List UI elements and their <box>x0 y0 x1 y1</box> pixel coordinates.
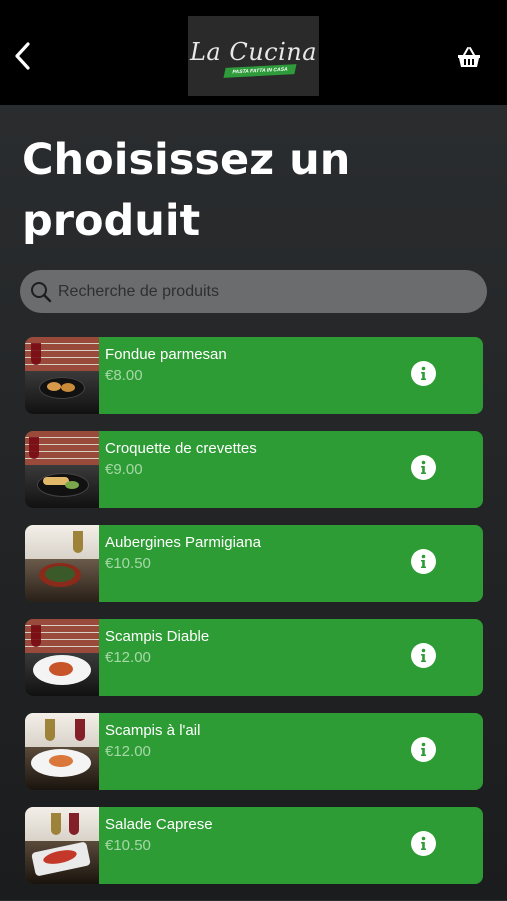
info-icon <box>421 366 426 380</box>
product-card[interactable]: Scampis Diable €12.00 <box>25 619 483 696</box>
info-button[interactable] <box>411 549 436 574</box>
top-bar: La Cucina PASTA FATTA IN CASA <box>0 0 507 105</box>
info-button[interactable] <box>411 455 436 480</box>
info-icon <box>421 460 426 474</box>
product-name: Scampis Diable <box>105 628 210 645</box>
product-photo <box>25 525 99 602</box>
cart-button[interactable] <box>456 46 482 70</box>
product-name: Salade Caprese <box>105 816 213 833</box>
info-button[interactable] <box>411 831 436 856</box>
search-input[interactable] <box>58 271 487 312</box>
product-card[interactable]: Scampis à l'ail €12.00 <box>25 713 483 790</box>
product-price: €9.00 <box>105 461 143 478</box>
product-list: Fondue parmesan €8.00 Croquette de creve… <box>25 337 483 901</box>
product-price: €10.50 <box>105 837 151 854</box>
info-icon <box>421 554 426 568</box>
product-name: Scampis à l'ail <box>105 722 201 739</box>
product-card[interactable]: Croquette de crevettes €9.00 <box>25 431 483 508</box>
logo-ribbon: PASTA FATTA IN CASA <box>223 64 297 78</box>
back-button[interactable] <box>8 38 36 74</box>
info-button[interactable] <box>411 361 436 386</box>
info-icon <box>421 648 426 662</box>
product-price: €12.00 <box>105 743 151 760</box>
product-photo <box>25 713 99 790</box>
info-button[interactable] <box>411 643 436 668</box>
page-title: Choisissez un produit <box>22 135 351 246</box>
search-icon <box>31 281 52 302</box>
info-button[interactable] <box>411 737 436 762</box>
restaurant-logo: La Cucina PASTA FATTA IN CASA <box>188 16 319 96</box>
info-icon <box>421 742 426 756</box>
product-card[interactable]: Aubergines Parmigiana €10.50 <box>25 525 483 602</box>
product-photo <box>25 337 99 414</box>
product-name: Croquette de crevettes <box>105 440 257 457</box>
product-name: Fondue parmesan <box>105 346 227 363</box>
product-card[interactable]: Fondue parmesan €8.00 <box>25 337 483 414</box>
product-price: €10.50 <box>105 555 151 572</box>
product-price: €8.00 <box>105 367 143 384</box>
product-photo <box>25 431 99 508</box>
product-card[interactable]: Salade Caprese €10.50 <box>25 807 483 884</box>
product-photo <box>25 619 99 696</box>
search-bar[interactable] <box>20 270 487 313</box>
product-photo <box>25 807 99 884</box>
product-price: €12.00 <box>105 649 151 666</box>
info-icon <box>421 836 426 850</box>
product-name: Aubergines Parmigiana <box>105 534 261 551</box>
logo-text: La Cucina <box>189 38 318 66</box>
chevron-left-icon <box>15 42 30 70</box>
basket-icon <box>458 47 480 67</box>
